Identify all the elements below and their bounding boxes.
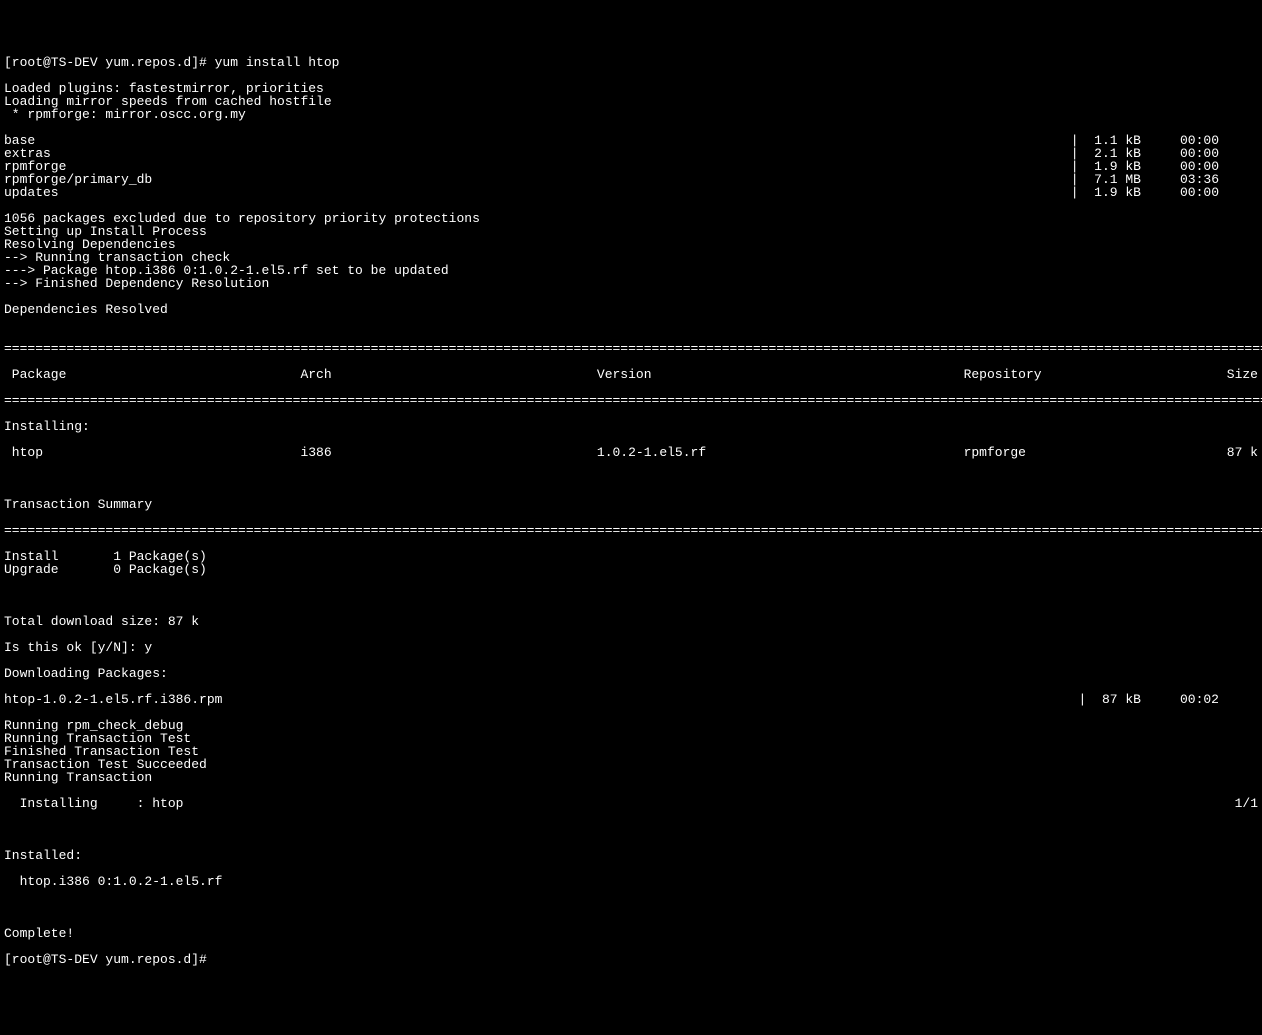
total-download: Total download size: 87 k (4, 615, 1258, 628)
section-installing: Installing: (4, 420, 1258, 433)
prompt-line: [root@TS-DEV yum.repos.d]# yum install h… (4, 56, 1258, 69)
output-line: Setting up Install Process (4, 225, 1258, 238)
divider: ========================================… (4, 342, 1258, 355)
repo-row: rpmforge| 1.9 kB 00:00 (4, 160, 1258, 173)
blank (4, 823, 1258, 836)
output-line (4, 316, 1258, 329)
repo-row: base| 1.1 kB 00:00 (4, 134, 1258, 147)
download-row: htop-1.0.2-1.el5.rf.i386.rpm| 87 kB 00:0… (4, 693, 1258, 706)
table-header: Package Arch Version RepositorySize (4, 368, 1258, 381)
confirm-prompt[interactable]: Is this ok [y/N]: y (4, 641, 1258, 654)
prompt-line[interactable]: [root@TS-DEV yum.repos.d]# (4, 953, 1258, 966)
installed-header: Installed: (4, 849, 1258, 862)
blank (4, 901, 1258, 914)
installed-item: htop.i386 0:1.0.2-1.el5.rf (4, 875, 1258, 888)
divider: ========================================… (4, 524, 1258, 537)
output-line: Dependencies Resolved (4, 303, 1258, 316)
blank (4, 589, 1258, 602)
divider: ========================================… (4, 394, 1258, 407)
repo-row: rpmforge/primary_db| 7.1 MB 03:36 (4, 173, 1258, 186)
transaction-summary: Transaction Summary (4, 498, 1258, 511)
output-line: Finished Transaction Test (4, 745, 1258, 758)
downloading: Downloading Packages: (4, 667, 1258, 680)
count-line: Upgrade 0 Package(s) (4, 563, 1258, 576)
output-line: --> Finished Dependency Resolution (4, 277, 1258, 290)
output-line (4, 290, 1258, 303)
output-line: Running Transaction (4, 771, 1258, 784)
output-line: Running Transaction Test (4, 732, 1258, 745)
installing-progress: Installing : htop1/1 (4, 797, 1258, 810)
blank (4, 472, 1258, 485)
repo-row: extras| 2.1 kB 00:00 (4, 147, 1258, 160)
complete: Complete! (4, 927, 1258, 940)
output-line: Running rpm_check_debug (4, 719, 1258, 732)
repo-row: updates| 1.9 kB 00:00 (4, 186, 1258, 199)
table-row: htop i386 1.0.2-1.el5.rf rpmforge87 k (4, 446, 1258, 459)
output-line: Transaction Test Succeeded (4, 758, 1258, 771)
output-line: * rpmforge: mirror.oscc.org.my (4, 108, 1258, 121)
